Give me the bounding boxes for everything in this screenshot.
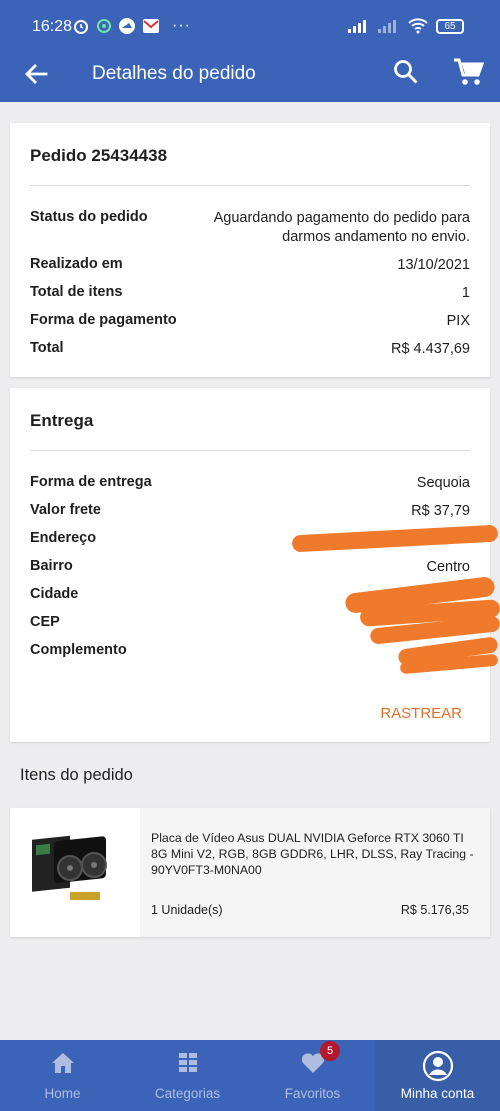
- product-description: Placa de Vídeo Asus DUAL NVIDIA Geforce …: [151, 831, 474, 877]
- nav-favorites[interactable]: 5 Favoritos: [250, 1040, 375, 1111]
- cart-icon[interactable]: [452, 57, 484, 87]
- items-section-title: Itens do pedido: [20, 766, 133, 784]
- track-button[interactable]: RASTREAR: [380, 705, 462, 722]
- nav-categories[interactable]: Categorias: [125, 1040, 250, 1111]
- nav-home[interactable]: Home: [0, 1040, 125, 1111]
- page-title: Detalhes do pedido: [92, 63, 256, 84]
- delivery-title: Entrega: [30, 411, 94, 430]
- row-label: Bairro: [30, 558, 73, 574]
- product-price: R$ 5.176,35: [400, 903, 469, 917]
- battery-indicator: 65: [436, 18, 464, 34]
- order-item[interactable]: Placa de Vídeo Asus DUAL NVIDIA Geforce …: [10, 808, 490, 937]
- row-label: Realizado em: [30, 256, 123, 272]
- favorites-badge: 5: [320, 1041, 340, 1061]
- product-details: Placa de Vídeo Asus DUAL NVIDIA Geforce …: [140, 808, 490, 937]
- order-row-status: Status do pedido Aguardando pagamento do…: [30, 209, 470, 249]
- location-icon: [97, 19, 111, 33]
- divider: [30, 450, 470, 451]
- nav-label: Minha conta: [400, 1086, 475, 1101]
- status-bar: 16:28 ··· 65: [0, 0, 500, 52]
- row-label: Total de itens: [30, 284, 123, 300]
- row-label: Valor frete: [30, 502, 101, 518]
- row-value: Aguardando pagamento do pedido para darm…: [213, 210, 470, 245]
- graphics-card-icon: [32, 835, 107, 900]
- signal-2-icon: [378, 20, 396, 33]
- row-value: Sequoia: [416, 475, 470, 491]
- row-label: Total: [30, 340, 64, 356]
- account-icon: [422, 1050, 453, 1082]
- app-bar: Detalhes do pedido: [0, 52, 500, 102]
- delivery-card: Entrega Forma de entrega Sequoia Valor f…: [10, 388, 490, 742]
- row-value: 1: [461, 285, 470, 301]
- home-icon: [51, 1053, 74, 1073]
- order-card: Pedido 25434438 Status do pedido Aguarda…: [10, 123, 490, 377]
- divider: [30, 185, 470, 186]
- nav-label: Categorias: [154, 1086, 221, 1101]
- row-label: Complemento: [30, 642, 127, 658]
- row-label: CEP: [30, 614, 60, 630]
- system-status: 65: [348, 18, 464, 34]
- cloud-icon: [119, 18, 135, 34]
- row-value: PIX: [446, 313, 470, 329]
- row-label: Cidade: [30, 586, 79, 602]
- status-time: 16:28: [32, 18, 73, 35]
- order-title: Pedido 25434438: [30, 146, 168, 165]
- alarm-icon: [74, 20, 88, 34]
- row-value: 13/10/2021: [397, 257, 470, 273]
- row-value: R$ 37,79: [411, 503, 470, 519]
- row-value: R$ 4.437,69: [390, 341, 470, 357]
- row-label: Forma de entrega: [30, 474, 152, 490]
- gmail-icon: [143, 19, 159, 33]
- row-value: Centro: [426, 559, 470, 575]
- row-label: Status do pedido: [30, 209, 148, 225]
- product-image: [10, 808, 140, 937]
- nav-label: Home: [44, 1086, 81, 1101]
- nav-label: Favoritos: [284, 1086, 341, 1101]
- signal-icon: [348, 20, 366, 33]
- wifi-icon: [408, 18, 428, 34]
- back-arrow-icon[interactable]: [22, 60, 50, 88]
- search-icon[interactable]: [392, 58, 420, 86]
- notification-icons: ···: [72, 17, 191, 35]
- categories-icon: [178, 1053, 197, 1072]
- more-icon: ···: [172, 17, 191, 34]
- product-quantity: 1 Unidade(s): [151, 903, 223, 917]
- nav-account[interactable]: Minha conta: [375, 1040, 500, 1111]
- row-label: Endereço: [30, 530, 97, 546]
- bottom-nav: Home Categorias 5 Favoritos Minha conta: [0, 1040, 500, 1111]
- row-label: Forma de pagamento: [30, 312, 177, 328]
